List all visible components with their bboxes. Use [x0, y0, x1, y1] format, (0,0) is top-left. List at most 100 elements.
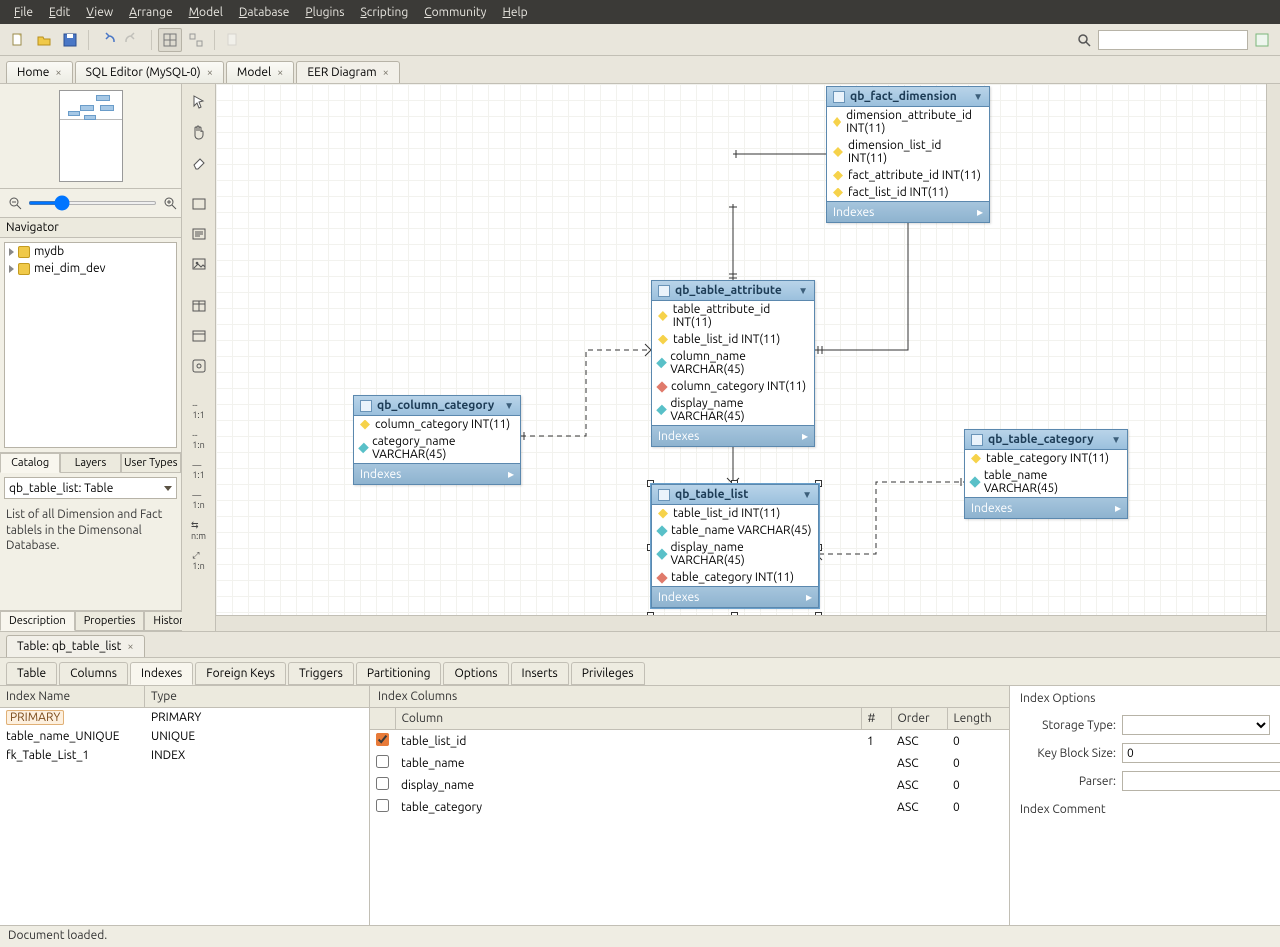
- entity-column[interactable]: fact_list_id INT(11): [827, 184, 989, 201]
- close-icon[interactable]: ×: [207, 67, 213, 79]
- open-file-icon[interactable]: [32, 28, 56, 52]
- subtab-inserts[interactable]: Inserts: [511, 662, 569, 685]
- subtab-triggers[interactable]: Triggers: [288, 662, 354, 685]
- close-icon[interactable]: ×: [55, 67, 61, 79]
- sidebar-tab-user-types[interactable]: User Types: [121, 453, 181, 473]
- relation-nm-icon[interactable]: ⇆n:m: [187, 518, 211, 542]
- entity-column[interactable]: table_list_id INT(11): [652, 505, 818, 522]
- entity-column[interactable]: table_category INT(11): [965, 450, 1127, 467]
- index-column-row[interactable]: table_list_id1ASC0: [370, 730, 1009, 753]
- horizontal-scrollbar[interactable]: [216, 615, 1266, 631]
- entity-header[interactable]: qb_table_list▼: [652, 485, 818, 505]
- entity-column[interactable]: dimension_list_id INT(11): [827, 137, 989, 167]
- col-length[interactable]: Length: [947, 708, 1009, 730]
- entity-column[interactable]: category_name VARCHAR(45): [354, 433, 520, 463]
- routine-tool-icon[interactable]: [187, 354, 211, 378]
- tab-model[interactable]: Model×: [226, 61, 294, 83]
- tab-sql-editor[interactable]: SQL Editor (MySQL-0)×: [75, 61, 224, 83]
- tab-home[interactable]: Home×: [6, 61, 73, 83]
- entity-column[interactable]: column_category INT(11): [354, 416, 520, 433]
- entity-column[interactable]: table_name VARCHAR(45): [652, 522, 818, 539]
- index-row[interactable]: PRIMARYPRIMARY: [0, 708, 369, 727]
- index-list[interactable]: Index Name Type PRIMARYPRIMARYtable_name…: [0, 686, 370, 925]
- relation-pick-icon[interactable]: ⤢1:n: [187, 548, 211, 572]
- entity-column[interactable]: column_category INT(11): [652, 378, 814, 395]
- entity-column[interactable]: table_category INT(11): [652, 569, 818, 586]
- close-icon[interactable]: ×: [277, 67, 283, 79]
- menu-help[interactable]: Help: [494, 4, 535, 21]
- relation-11-nonid-icon[interactable]: --1:1: [187, 398, 211, 422]
- hand-tool-icon[interactable]: [187, 120, 211, 144]
- col-num[interactable]: #: [861, 708, 891, 730]
- close-icon[interactable]: ×: [127, 641, 133, 653]
- chevron-down-icon[interactable]: ▼: [802, 489, 812, 501]
- entity-column[interactable]: table_attribute_id INT(11): [652, 301, 814, 331]
- entity-header[interactable]: qb_column_category▼: [354, 396, 520, 416]
- col-column[interactable]: Column: [395, 708, 861, 730]
- snap-icon[interactable]: [184, 28, 208, 52]
- entity-column[interactable]: dimension_attribute_id INT(11): [827, 107, 989, 137]
- index-column-row[interactable]: display_nameASC0: [370, 774, 1009, 796]
- schema-item[interactable]: mei_dim_dev: [5, 260, 176, 277]
- entity-indexes-bar[interactable]: Indexes▸: [827, 201, 989, 222]
- index-column-checkbox[interactable]: [376, 777, 389, 790]
- sidebar-tab-layers[interactable]: Layers: [60, 453, 120, 473]
- subtab-indexes[interactable]: Indexes: [130, 662, 193, 685]
- chevron-down-icon[interactable]: ▼: [504, 400, 514, 412]
- menu-edit[interactable]: Edit: [41, 4, 78, 21]
- col-order[interactable]: Order: [891, 708, 947, 730]
- chevron-down-icon[interactable]: ▼: [1111, 434, 1121, 446]
- entity-qb_fact_dimension[interactable]: qb_fact_dimension▼dimension_attribute_id…: [826, 86, 990, 223]
- navigator-thumbnail[interactable]: [0, 84, 181, 188]
- entity-indexes-bar[interactable]: Indexes▸: [652, 586, 818, 607]
- entity-column[interactable]: column_name VARCHAR(45): [652, 348, 814, 378]
- menu-file[interactable]: File: [6, 4, 41, 21]
- table-editor-tab[interactable]: Table: qb_table_list×: [6, 635, 145, 657]
- menu-model[interactable]: Model: [181, 4, 231, 21]
- entity-qb_table_attribute[interactable]: qb_table_attribute▼table_attribute_id IN…: [651, 280, 815, 447]
- note-tool-icon[interactable]: [187, 222, 211, 246]
- entity-indexes-bar[interactable]: Indexes▸: [354, 463, 520, 484]
- view-tool-icon[interactable]: [187, 324, 211, 348]
- relation-1n-id-icon[interactable]: —1:n: [187, 488, 211, 512]
- entity-column[interactable]: table_name VARCHAR(45): [965, 467, 1127, 497]
- index-row[interactable]: table_name_UNIQUEUNIQUE: [0, 727, 369, 746]
- index-column-checkbox[interactable]: [376, 755, 389, 768]
- parser-input[interactable]: [1122, 771, 1280, 791]
- entity-header[interactable]: qb_table_category▼: [965, 430, 1127, 450]
- col-index-type[interactable]: Type: [145, 686, 369, 707]
- chevron-down-icon[interactable]: ▼: [973, 91, 983, 103]
- chevron-down-icon[interactable]: ▼: [798, 285, 808, 297]
- search-input[interactable]: [1098, 30, 1248, 50]
- subtab-privileges[interactable]: Privileges: [571, 662, 645, 685]
- expand-icon[interactable]: [9, 265, 14, 273]
- sidebar-tab-properties[interactable]: Properties: [75, 611, 145, 631]
- subtab-columns[interactable]: Columns: [59, 662, 128, 685]
- redo-icon[interactable]: [121, 28, 145, 52]
- subtab-table[interactable]: Table: [6, 662, 57, 685]
- storage-type-select[interactable]: [1122, 715, 1270, 735]
- schema-tree[interactable]: mydb mei_dim_dev: [4, 242, 177, 448]
- entity-header[interactable]: qb_fact_dimension▼: [827, 87, 989, 107]
- sidebar-tab-catalog[interactable]: Catalog: [0, 453, 60, 473]
- menu-scripting[interactable]: Scripting: [352, 4, 416, 21]
- relation-11-id-icon[interactable]: —1:1: [187, 458, 211, 482]
- new-file-icon[interactable]: [6, 28, 30, 52]
- page-icon[interactable]: [221, 28, 245, 52]
- subtab-foreign-keys[interactable]: Foreign Keys: [195, 662, 286, 685]
- undo-icon[interactable]: [95, 28, 119, 52]
- col-index-name[interactable]: Index Name: [0, 686, 145, 707]
- object-selector[interactable]: qb_table_list: Table: [4, 477, 177, 499]
- entity-header[interactable]: qb_table_attribute▼: [652, 281, 814, 301]
- subtab-options[interactable]: Options: [443, 662, 508, 685]
- entity-indexes-bar[interactable]: Indexes▸: [965, 497, 1127, 518]
- entity-qb_table_list[interactable]: qb_table_list▼table_list_id INT(11)table…: [651, 484, 819, 608]
- eraser-tool-icon[interactable]: [187, 150, 211, 174]
- entity-qb_table_category[interactable]: qb_table_category▼table_category INT(11)…: [964, 429, 1128, 519]
- entity-qb_column_category[interactable]: qb_column_category▼column_category INT(1…: [353, 395, 521, 485]
- entity-column[interactable]: table_list_id INT(11): [652, 331, 814, 348]
- entity-column[interactable]: display_name VARCHAR(45): [652, 539, 818, 569]
- relation-1n-nonid-icon[interactable]: --1:n: [187, 428, 211, 452]
- expand-icon[interactable]: [9, 248, 14, 256]
- zoom-out-icon[interactable]: [6, 191, 24, 215]
